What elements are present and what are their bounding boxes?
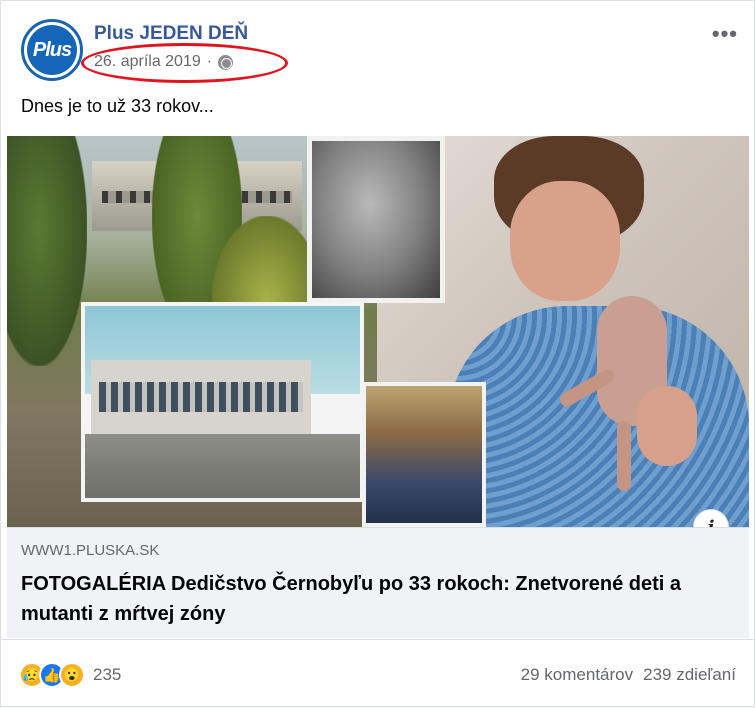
page-name-link[interactable]: Plus JEDEN DEŇ — [94, 23, 248, 45]
more-options-icon[interactable]: ••• — [712, 21, 738, 47]
post-header: Plus Plus JEDEN DEŇ 26. apríla 2019 · ••… — [21, 15, 738, 83]
reactions-summary[interactable]: 😥 👍 😮 235 — [19, 662, 121, 688]
date-annotation-ring — [81, 43, 288, 83]
photo-inset-building — [81, 302, 364, 502]
link-preview[interactable]: WWW1.PLUSKA.SK FOTOGALÉRIA Dedičstvo Čer… — [7, 527, 749, 638]
reaction-count: 235 — [93, 665, 122, 684]
engagement-counts: 29 komentárov 239 zdieľaní — [521, 665, 736, 685]
link-domain: WWW1.PLUSKA.SK — [21, 542, 160, 559]
post-card: Plus Plus JEDEN DEŇ 26. apríla 2019 · ••… — [0, 0, 755, 707]
shares-count-link[interactable]: 239 zdieľaní — [643, 665, 736, 685]
link-title[interactable]: FOTOGALÉRIA Dedičstvo Černobyľu po 33 ro… — [21, 569, 721, 629]
comments-count-link[interactable]: 29 komentárov — [521, 665, 633, 685]
photo-hand — [637, 386, 697, 466]
photo-inset-baby — [307, 136, 445, 303]
page-avatar[interactable]: Plus — [21, 19, 83, 81]
photo-tree — [7, 136, 87, 366]
link-preview-image[interactable] — [7, 136, 749, 527]
photo-inset-portrait — [362, 382, 486, 527]
wow-reaction-icon: 😮 — [59, 662, 85, 688]
post-footer: 😥 👍 😮 235 29 komentárov 239 zdieľaní — [1, 639, 755, 708]
avatar-logo: Plus — [27, 25, 77, 75]
post-text: Dnes je to už 33 rokov... — [21, 96, 214, 116]
